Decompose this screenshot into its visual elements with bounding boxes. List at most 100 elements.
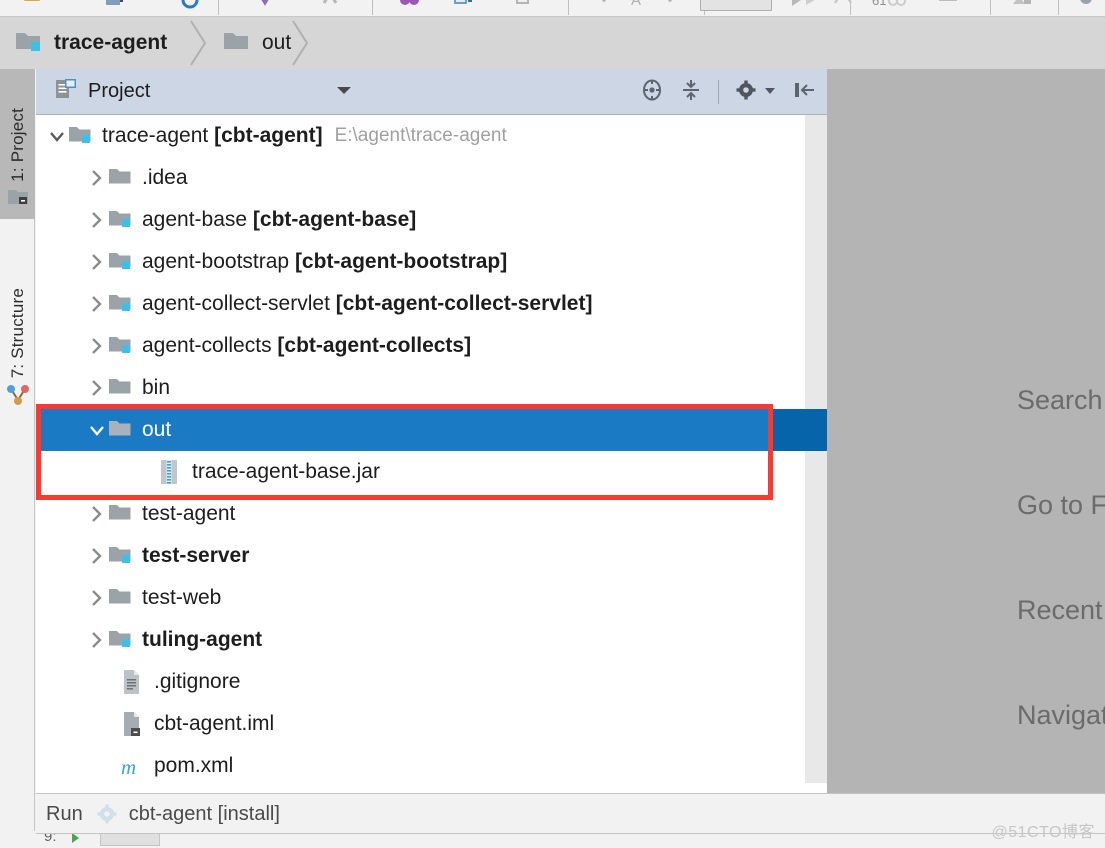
copy-icon[interactable]: [452, 0, 472, 9]
breadcrumb-item-out[interactable]: out: [208, 17, 291, 69]
sidebar-item-label: 7: Structure: [7, 287, 27, 378]
left-tool-window-stripe: 1: Project 7: Structure: [0, 69, 35, 831]
tree-row-label: test-web: [142, 586, 222, 609]
selection-highlight-overlay: [769, 409, 827, 451]
folder-icon: [108, 165, 134, 191]
project-tree[interactable]: trace-agent [cbt-agent] E:\agent\trace-a…: [36, 115, 827, 831]
settings-gear-icon[interactable]: [735, 78, 759, 107]
tree-row[interactable]: agent-collects [cbt-agent-collects]: [36, 325, 827, 367]
tree-row[interactable]: .idea: [36, 157, 827, 199]
run-configuration-combo[interactable]: [700, 0, 772, 11]
tree-row[interactable]: agent-base [cbt-agent-base]: [36, 199, 827, 241]
tree-row-label: tuling-agent: [142, 628, 263, 651]
breadcrumb-item-trace-agent[interactable]: trace-agent: [0, 17, 167, 69]
chevron-down-icon[interactable]: [596, 0, 616, 9]
open-project-icon[interactable]: [22, 0, 42, 9]
tree-row[interactable]: trace-agent-base.jar: [36, 451, 827, 493]
undo-icon[interactable]: [255, 0, 275, 9]
chevron-down-icon[interactable]: [86, 419, 108, 441]
tree-row-label: bin: [142, 376, 171, 399]
tree-row[interactable]: agent-bootstrap [cbt-agent-bootstrap]: [36, 241, 827, 283]
text-file-icon: [120, 669, 146, 695]
tree-row-path: E:\agent\trace-agent: [334, 125, 507, 146]
vcs-update-icon[interactable]: [1010, 0, 1031, 9]
tree-row-label: agent-collects [cbt-agent-collects]: [142, 334, 472, 357]
module-folder-icon: [108, 627, 134, 653]
module-folder-icon: [108, 333, 134, 359]
collapse-all-icon[interactable]: [680, 78, 702, 107]
svg-text:m: m: [121, 755, 136, 779]
tree-row[interactable]: trace-agent [cbt-agent] E:\agent\trace-a…: [36, 115, 827, 157]
find-icon[interactable]: [398, 0, 419, 9]
hint-go-to-file: Go to File: [1017, 490, 1105, 520]
tree-row[interactable]: bin: [36, 367, 827, 409]
svg-text:A: A: [631, 0, 641, 9]
run-tool-window-header: Run cbt-agent [install]: [36, 793, 1105, 834]
project-tool-window: Project trace-agent [cbt-agent] E:\agent…: [36, 69, 827, 831]
tree-row[interactable]: agent-collect-servlet [cbt-agent-collect…: [36, 283, 827, 325]
tree-row[interactable]: test-server: [36, 535, 827, 577]
status-tab-button[interactable]: [100, 834, 160, 846]
font-size-icon: A: [628, 0, 648, 9]
sync-icon[interactable]: [180, 0, 200, 9]
chevron-right-icon[interactable]: [86, 293, 108, 315]
save-all-icon[interactable]: [104, 0, 124, 9]
svg-text:61: 61: [872, 0, 886, 8]
hide-panel-icon[interactable]: [793, 79, 817, 106]
folder-icon: [108, 501, 134, 527]
chevron-down-icon[interactable]: [46, 125, 68, 147]
stop-icon[interactable]: [936, 0, 957, 9]
tree-row-out-selected[interactable]: out: [36, 409, 827, 451]
chevron-right-icon[interactable]: [86, 587, 108, 609]
scroll-from-source-icon[interactable]: [640, 78, 664, 107]
breadcrumb-label: trace-agent: [54, 31, 168, 54]
gear-icon: [95, 802, 119, 826]
project-tree-scrollbar[interactable]: [805, 115, 827, 831]
toolbar-separator: [990, 0, 991, 15]
tree-row[interactable]: test-agent: [36, 493, 827, 535]
breadcrumb-chevron-icon: [290, 17, 312, 69]
tree-row-label: cbt-agent.iml: [154, 712, 275, 735]
chevron-down-icon[interactable]: [662, 0, 682, 9]
tree-row[interactable]: test-web: [36, 577, 827, 619]
tree-row[interactable]: m pom.xml: [36, 745, 827, 787]
chevron-right-icon[interactable]: [86, 629, 108, 651]
chevron-right-icon[interactable]: [86, 545, 108, 567]
chevron-right-icon[interactable]: [86, 209, 108, 231]
run-tool-window-label: Run: [46, 802, 83, 825]
maven-file-icon: m: [120, 753, 146, 779]
search-icon[interactable]: [1076, 0, 1096, 9]
debug-icon[interactable]: [832, 0, 852, 9]
chevron-right-icon[interactable]: [86, 335, 108, 357]
tree-row-label: agent-collect-servlet [cbt-agent-collect…: [142, 292, 593, 315]
chevron-down-icon[interactable]: [335, 83, 353, 101]
tree-row-label: out: [142, 418, 172, 441]
chevron-right-icon[interactable]: [86, 377, 108, 399]
tree-row[interactable]: cbt-agent.iml: [36, 703, 827, 745]
structure-icon: [5, 382, 31, 413]
status-bar: 9:: [0, 834, 1105, 848]
run-play-icon[interactable]: [68, 834, 82, 848]
gear-dropdown-chevron-icon[interactable]: [763, 83, 777, 101]
project-window-icon: [7, 186, 29, 213]
module-folder-icon: [108, 291, 134, 317]
ide-window: A 61 trace-agent out 1: Project 7: Struc…: [0, 0, 1105, 848]
paste-icon[interactable]: [512, 0, 532, 9]
chevron-right-icon[interactable]: [86, 251, 108, 273]
tree-row-label: test-server: [142, 544, 250, 567]
tree-row[interactable]: .gitignore: [36, 661, 827, 703]
chevron-right-icon[interactable]: [86, 167, 108, 189]
coverage-icon[interactable]: [886, 0, 906, 9]
sidebar-item-project[interactable]: 1: Project: [0, 69, 35, 219]
module-folder-icon: [14, 28, 44, 59]
project-window-icon: [54, 77, 78, 106]
sidebar-item-structure[interactable]: 7: Structure: [0, 239, 35, 419]
breadcrumb-chevron-icon: [188, 17, 210, 69]
run-icon[interactable]: [786, 0, 806, 9]
watermark-text: @51CTO博客: [991, 824, 1095, 841]
redo-icon[interactable]: [320, 0, 340, 9]
tree-row-label: .idea: [142, 166, 188, 189]
tree-row-label: trace-agent-base.jar: [192, 460, 380, 483]
tree-row[interactable]: tuling-agent: [36, 619, 827, 661]
chevron-right-icon[interactable]: [86, 503, 108, 525]
